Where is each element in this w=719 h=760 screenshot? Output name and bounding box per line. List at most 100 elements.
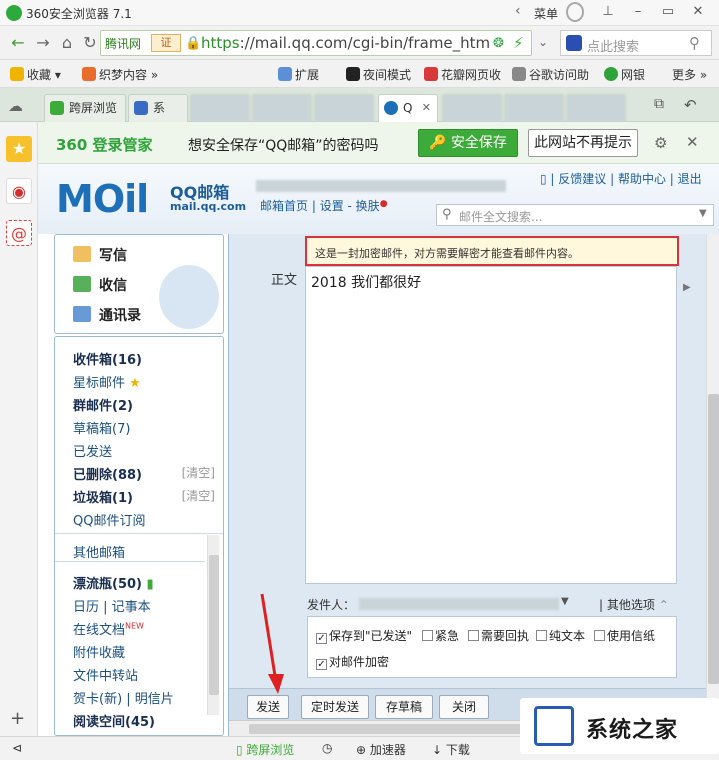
- mail-at-icon[interactable]: @: [6, 220, 32, 246]
- tab-blurred-2[interactable]: [252, 94, 312, 122]
- tab-blurred-3[interactable]: [314, 94, 374, 122]
- sender-address-blurred[interactable]: [359, 598, 559, 610]
- tab-blurred-1[interactable]: [190, 94, 250, 122]
- folder-starred[interactable]: 星标邮件 ★: [73, 372, 141, 391]
- folder-sent[interactable]: 已发送: [73, 441, 112, 460]
- feedback-link[interactable]: 反馈建议: [558, 172, 606, 186]
- online-docs-link[interactable]: 在线文档NEW: [73, 619, 144, 638]
- bookmark-night-mode[interactable]: 夜间模式: [346, 66, 411, 83]
- option-urgent[interactable]: 紧急: [422, 627, 459, 644]
- close-icon[interactable]: ✕: [686, 133, 699, 151]
- tab-blurred-5[interactable]: [504, 94, 564, 122]
- folder-scrollbar[interactable]: [207, 535, 219, 715]
- medal-icon[interactable]: [566, 2, 584, 22]
- tab-list-icon[interactable]: ⧉: [654, 96, 664, 112]
- bookmark-huaban[interactable]: 花瓣网页收: [424, 66, 501, 83]
- vertical-scrollbar[interactable]: [706, 234, 719, 736]
- compose-link[interactable]: 写信: [73, 245, 127, 265]
- bookmark-bank[interactable]: 网银: [604, 66, 645, 83]
- download-status[interactable]: ↓ 下载: [432, 741, 470, 758]
- bookmark-extensions[interactable]: 扩展: [278, 66, 319, 83]
- clear-deleted-link[interactable]: [清空]: [182, 464, 215, 481]
- logout-link[interactable]: 退出: [678, 172, 702, 186]
- back-button[interactable]: ←: [8, 33, 28, 53]
- checkbox-checked-icon[interactable]: ✓: [316, 633, 327, 644]
- folder-other-mailbox[interactable]: 其他邮箱: [73, 542, 125, 561]
- pin-icon[interactable]: ⊥: [594, 1, 622, 23]
- menu-button[interactable]: 菜单: [534, 5, 558, 22]
- help-link[interactable]: 帮助中心: [618, 172, 666, 186]
- folder-drift-bottle[interactable]: 漂流瓶(50) ▮: [73, 573, 154, 592]
- sender-dropdown-icon[interactable]: ▼: [561, 596, 569, 607]
- search-input[interactable]: 点此搜索 ⚲: [560, 30, 712, 56]
- settings-link[interactable]: 设置: [320, 199, 344, 213]
- folder-drafts[interactable]: 草稿箱(7): [73, 418, 130, 437]
- chevron-down-icon[interactable]: ⌄: [538, 35, 548, 49]
- clock-icon[interactable]: ◷: [322, 741, 332, 755]
- mail-search-input[interactable]: ⚲ 邮件全文搜索... ▼: [436, 204, 714, 226]
- close-tab-icon[interactable]: ✕: [422, 95, 431, 121]
- scroll-thumb[interactable]: [708, 394, 719, 684]
- close-window-button[interactable]: ✕: [684, 1, 712, 23]
- url-field[interactable]: 腾讯网 证 🔒 https://mail.qq.com/cgi-bin/fram…: [100, 30, 532, 56]
- skin-link[interactable]: 换肤: [356, 199, 380, 213]
- home-icon[interactable]: ⌂: [57, 33, 77, 53]
- compat-icon[interactable]: ❂: [493, 36, 504, 51]
- folder-spam[interactable]: 垃圾箱(1): [73, 487, 133, 506]
- bookmark-google-helper[interactable]: 谷歌访问助: [512, 66, 589, 83]
- option-stationery[interactable]: 使用信纸: [594, 627, 655, 644]
- schedule-send-button[interactable]: 定时发送: [301, 695, 369, 719]
- tab-qq-mail[interactable]: Q ✕: [378, 94, 438, 122]
- option-receipt[interactable]: 需要回执: [468, 627, 529, 644]
- option-plain-text[interactable]: 纯文本: [536, 627, 585, 644]
- reading-space-link[interactable]: 阅读空间(45): [73, 711, 155, 730]
- contacts-link[interactable]: 通讯录: [73, 305, 141, 325]
- bookmark-dede[interactable]: 织梦内容 »: [82, 66, 158, 83]
- undo-close-icon[interactable]: ↶: [684, 96, 697, 114]
- option-save-sent[interactable]: ✓ 保存到"已发送": [316, 627, 412, 644]
- bookmark-favorites[interactable]: 收藏 ▾: [10, 66, 61, 83]
- folder-deleted[interactable]: 已删除(88): [73, 464, 142, 483]
- tab-blurred-4[interactable]: [442, 94, 502, 122]
- option-encrypt[interactable]: ✓ 对邮件加密: [316, 653, 389, 670]
- never-prompt-button[interactable]: 此网站不再提示: [528, 129, 638, 157]
- secure-save-button[interactable]: 🔑 安全保存: [418, 129, 518, 157]
- checkbox-icon[interactable]: [468, 630, 479, 641]
- bookmark-more[interactable]: 更多 »: [672, 66, 707, 83]
- folder-group[interactable]: 群邮件(2): [73, 395, 133, 414]
- close-compose-button[interactable]: 关闭: [439, 695, 489, 719]
- chevron-down-icon[interactable]: ▼: [699, 208, 707, 219]
- cross-screen-status[interactable]: ▯ 跨屏浏览: [236, 741, 294, 758]
- minimize-button[interactable]: –: [624, 1, 652, 23]
- checkbox-checked-icon[interactable]: ✓: [316, 659, 327, 670]
- receive-link[interactable]: 收信: [73, 275, 127, 295]
- checkbox-icon[interactable]: [536, 630, 547, 641]
- sidebar-toggle-icon[interactable]: ⊲: [12, 741, 22, 755]
- search-icon[interactable]: ⚲: [689, 34, 700, 52]
- folder-inbox[interactable]: 收件箱(16): [73, 349, 142, 368]
- gear-icon[interactable]: ⚙: [654, 134, 667, 152]
- refresh-icon[interactable]: ↻: [80, 33, 100, 53]
- expand-arrow-icon[interactable]: ▶: [683, 282, 691, 293]
- other-options-link[interactable]: | 其他选项 ⌃: [599, 596, 669, 613]
- add-icon[interactable]: +: [10, 708, 25, 729]
- qq-mail-logo[interactable]: MOil: [56, 177, 149, 221]
- greeting-cards-link[interactable]: 贺卡(新) | 明信片: [73, 688, 174, 707]
- speed-icon[interactable]: ⚡: [513, 34, 524, 52]
- file-transfer-link[interactable]: 文件中转站: [73, 665, 138, 684]
- mail-home-link[interactable]: 邮箱首页: [260, 199, 308, 213]
- weibo-icon[interactable]: ◉: [6, 178, 32, 204]
- accelerator-status[interactable]: ⊕ 加速器: [356, 741, 406, 758]
- forward-button[interactable]: →: [33, 33, 53, 53]
- save-draft-button[interactable]: 存草稿: [375, 695, 433, 719]
- checkbox-icon[interactable]: [422, 630, 433, 641]
- back-arrow-icon[interactable]: ‹: [515, 3, 521, 19]
- tab-blurred-6[interactable]: [566, 94, 626, 122]
- phone-icon[interactable]: ▯: [540, 172, 547, 186]
- maximize-button[interactable]: ▭: [654, 1, 682, 23]
- body-editor[interactable]: 2018 我们都很好: [305, 266, 677, 584]
- calendar-notes-link[interactable]: 日历 | 记事本: [73, 596, 151, 615]
- scroll-thumb[interactable]: [209, 555, 219, 695]
- tab-cross-screen[interactable]: 跨屏浏览: [44, 94, 126, 122]
- folder-subscriptions[interactable]: QQ邮件订阅: [73, 510, 145, 529]
